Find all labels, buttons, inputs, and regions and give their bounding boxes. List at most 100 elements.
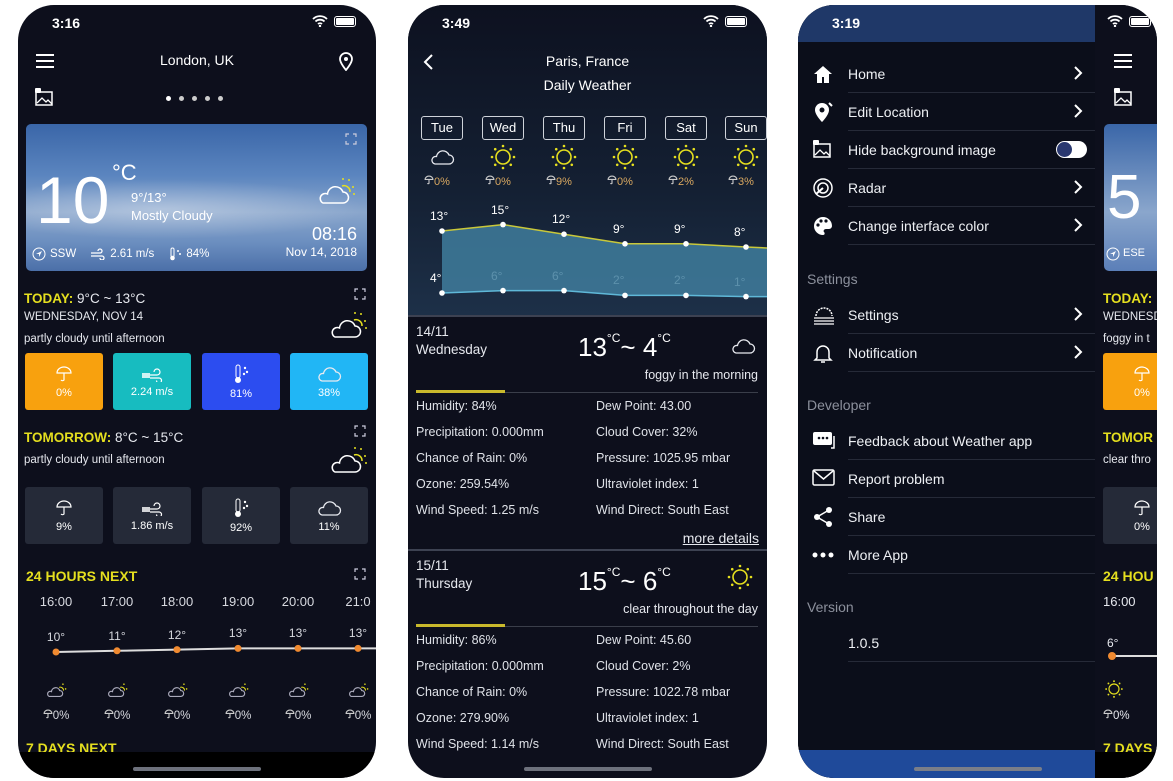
background-image-icon[interactable] [1113,87,1133,107]
hour-rain: 0% [87,709,147,722]
sun-icon [672,143,700,171]
expand-icon[interactable] [354,425,366,437]
tomorrow-header: TOMORROW: 8°C ~ 15°C [24,430,183,445]
day-rain: 0% [424,175,450,188]
detail-left-item: Ozone: 279.90% [416,711,510,725]
hour-time: 16:00 [1103,594,1136,609]
day-tab[interactable]: Tue [421,116,463,140]
home-indicator[interactable] [913,767,1042,771]
menu-item-edit-location[interactable]: Edit Location [798,93,1095,131]
weather-tile[interactable]: 1.86 m/s [113,487,191,544]
day-tab[interactable]: Sun [725,116,767,140]
page-indicator[interactable] [166,96,223,101]
expand-icon[interactable] [354,568,366,580]
rain-tile[interactable]: 0% [1103,353,1157,410]
wind-speed: 2.61 m/s [110,248,155,260]
partly-cloudy-icon [347,682,369,698]
menu-item-feedback-about-weather-app[interactable]: Feedback about Weather app [798,422,1095,460]
main-screen-partial[interactable]: 5 ESE TODAY: WEDNESD foggy in t 0% TOMOR… [1095,5,1157,778]
hour-time: 16:00 [39,594,73,609]
detail-right-item: Dew Point: 45.60 [596,633,692,647]
detail-right-item: Pressure: 1022.78 mbar [596,685,731,699]
expand-icon[interactable] [354,288,366,300]
weather-tile[interactable]: 9% [25,487,103,544]
detail-temp-range: 13°C~ 4°C [578,331,671,362]
umbrella-icon [225,709,235,719]
wind-direction-icon [32,247,46,261]
drawer-footer [798,750,1095,778]
menu-item-hide-background-image[interactable]: Hide background image [798,131,1095,169]
temp-point [622,292,628,299]
weather-tile[interactable]: 81% [202,353,280,410]
day-detail-card[interactable]: 14/11 Wednesday 13°C~ 4°C foggy in the morn… [408,317,767,551]
humidity-icon [168,247,182,261]
menu-item-share[interactable]: Share [798,498,1095,536]
chevron-right-icon [1071,178,1085,196]
chevron-right-icon [1071,305,1085,323]
page-subtitle: Daily Weather [543,77,632,93]
current-weather-card[interactable]: 10 °C 9°/13° Mostly Cloudy 08:16 Nov 14,… [26,124,367,271]
today-summary: foggy in t [1103,333,1150,345]
weather-tile[interactable]: 92% [202,487,280,544]
hour-time: 17:00 [100,594,134,609]
day-tab[interactable]: Sat [665,116,707,140]
current-date: Nov 14, 2018 [285,245,357,259]
menu-item-notification[interactable]: Notification [798,334,1095,372]
humidity: 84% [186,248,210,260]
tomorrow-label: TOMOR [1103,430,1153,445]
day-detail-card[interactable]: 15/11 Thursday 15°C~ 6°C clear throughout t… [408,551,767,778]
daily-temp-chart [439,221,767,300]
temp-point [500,287,506,294]
status-icons [1107,15,1151,28]
detail-right-item: Dew Point: 43.00 [596,399,692,413]
battery-icon [334,15,356,27]
tile-value: 92% [229,521,253,534]
menu-item-change-interface-color[interactable]: Change interface color [798,207,1095,245]
wind-icon [141,366,163,384]
wind-direction-icon [1106,247,1120,261]
location-edit-icon [812,101,834,123]
more-details-link[interactable]: more details [683,530,759,546]
detail-left-item: Precipitation: 0.000mm [416,659,544,673]
umbrella-icon [424,175,434,185]
weather-tile[interactable]: 11% [290,487,368,544]
weather-tile[interactable]: 38% [290,353,368,410]
weather-tile[interactable]: 0% [25,353,103,410]
temp-point [743,244,749,250]
today-range: 9°C ~ 13°C [77,291,146,306]
day-tab[interactable]: Fri [604,116,646,140]
menu-item-home[interactable]: Home [798,55,1095,93]
day-rain: 0% [607,175,633,188]
rain-tile[interactable]: 0% [1103,487,1157,544]
version-section-header: Version [807,599,854,615]
detail-summary: clear throughout the day [623,602,758,616]
today-label: TODAY: [24,291,74,306]
hour-temp: 12° [167,627,187,642]
today-date: WEDNESD [1103,311,1157,323]
menu-item-more-app[interactable]: More App [798,536,1095,574]
hide-background-toggle[interactable] [1056,141,1087,158]
day-tab[interactable]: Thu [543,116,585,140]
home-indicator[interactable] [133,767,261,771]
wind-direction: SSW [50,248,77,260]
detail-left-item: Humidity: 86% [416,633,497,647]
location-pin-icon[interactable] [338,51,354,72]
hamburger-menu-icon[interactable] [1113,53,1133,69]
sun-icon [732,143,760,171]
menu-item-label: Notification [848,345,918,361]
hour-rain: 0% [1103,709,1130,722]
temp-point [439,228,445,234]
weather-tile[interactable]: 2.24 m/s [113,353,191,410]
home-indicator[interactable] [523,767,652,771]
menu-item-radar[interactable]: Radar [798,169,1095,207]
thermometer-humidity-icon [233,364,249,384]
menu-item-settings[interactable]: Settings [798,296,1095,334]
background-image-icon[interactable] [34,87,54,107]
day-tab[interactable]: Wed [482,116,524,140]
current-weather-card[interactable]: 5 ESE [1104,124,1157,271]
expand-icon[interactable] [345,133,357,145]
menu-item-label: More App [848,547,908,563]
sun-icon [550,143,578,171]
menu-item-report-problem[interactable]: Report problem [798,460,1095,498]
version-row: 1.0.5 [798,624,1095,662]
